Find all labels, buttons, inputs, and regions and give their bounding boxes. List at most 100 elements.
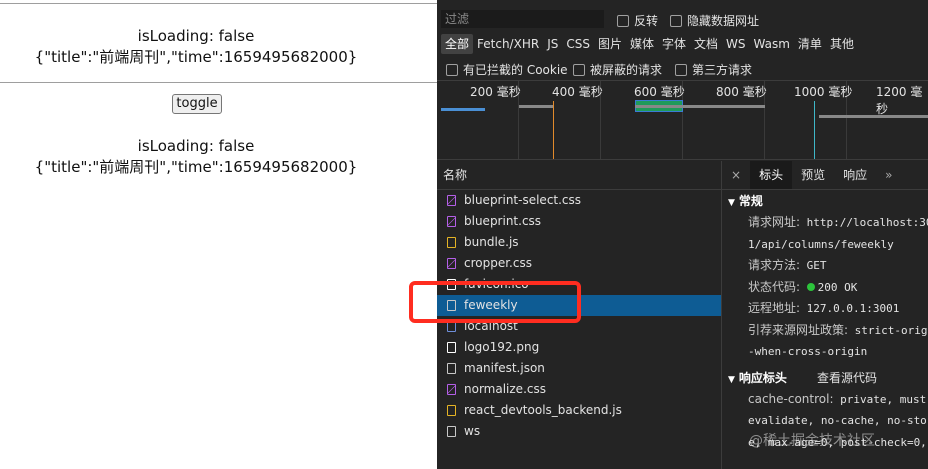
remote-address-row: 远程地址: 127.0.0.1:3001 <box>722 298 928 320</box>
cache-control-value: private, must- <box>840 392 928 406</box>
request-name: cropper.css <box>464 256 532 270</box>
request-row[interactable]: ws <box>437 421 721 442</box>
type-img[interactable]: 图片 <box>594 34 626 54</box>
hide-data-urls-checkbox[interactable]: 隐藏数据网址 <box>670 12 759 29</box>
request-name: normalize.css <box>464 382 546 396</box>
referrer-policy-cont: -when-cross-origin <box>748 345 868 358</box>
css-file-icon <box>447 384 456 395</box>
plain-file-icon <box>447 363 456 374</box>
view-source-link[interactable]: 查看源代码 <box>817 371 877 385</box>
request-row[interactable]: manifest.json <box>437 358 721 379</box>
request-url-cont: 1/api/columns/feweekly <box>748 237 894 251</box>
dom-content-loaded-marker <box>553 101 554 159</box>
status-label: 状态代码: <box>748 279 801 294</box>
request-name: react_devtools_backend.js <box>464 403 622 417</box>
request-row[interactable]: bundle.js <box>437 232 721 253</box>
checkbox-icon <box>617 14 629 27</box>
timeline-tick: 1200 毫秒 <box>876 85 923 116</box>
plain-file-icon <box>447 426 456 437</box>
waterfall-bar <box>819 115 928 118</box>
request-name: blueprint-select.css <box>464 193 582 207</box>
devtools-network-panel: 过滤 反转 隐藏数据网址 全部 Fetch/XHR JS CSS 图片 媒体 字… <box>437 0 928 469</box>
top-data-text: {"title":"前端周刊","time":1659495682000} <box>34 48 358 66</box>
css-file-icon <box>447 195 456 206</box>
method-label: 请求方法: <box>748 258 801 272</box>
request-row[interactable]: cropper.css <box>437 253 721 274</box>
request-name: bundle.js <box>464 235 519 249</box>
hide-data-urls-label: 隐藏数据网址 <box>687 14 760 28</box>
checkbox-icon <box>446 63 458 76</box>
waterfall-bar <box>519 105 553 108</box>
divider <box>0 3 437 4</box>
cache-control-label: cache-control: <box>748 391 834 406</box>
type-wasm[interactable]: Wasm <box>750 34 794 54</box>
type-js[interactable]: JS <box>543 34 562 54</box>
timeline-tick: 600 毫秒 <box>634 85 685 99</box>
invert-label: 反转 <box>634 14 659 28</box>
img-file-icon <box>447 342 456 353</box>
third-party-checkbox[interactable]: 第三方请求 <box>675 61 752 78</box>
response-headers-title: 响应标头 <box>738 370 787 385</box>
watermark: @稀土掘金技术社区 <box>749 433 875 449</box>
more-tabs-icon[interactable]: » <box>876 161 901 189</box>
toggle-button[interactable]: toggle <box>172 94 222 114</box>
request-name: ws <box>464 424 481 438</box>
checkbox-icon <box>675 63 687 76</box>
type-all[interactable]: 全部 <box>441 34 474 54</box>
request-details: × 标头 预览 响应 » ▼ 常规 请求网址: http://localhost:… <box>722 161 928 469</box>
close-icon[interactable]: × <box>722 161 750 189</box>
type-doc[interactable]: 文档 <box>690 34 722 54</box>
load-marker <box>814 101 815 159</box>
checkbox-icon <box>670 14 682 27</box>
checkbox-icon <box>573 63 585 76</box>
response-headers-section-header[interactable]: ▼ 响应标头 查看源代码 <box>722 367 928 389</box>
bottom-loading-text: isLoading: false <box>137 137 255 155</box>
type-other[interactable]: 其他 <box>826 34 858 54</box>
css-file-icon <box>447 216 456 227</box>
blocked-cookies-checkbox[interactable]: 有已拦截的 Cookie <box>446 61 568 78</box>
referrer-label: 引荐来源网址政策: <box>748 322 849 337</box>
detail-tabs: × 标头 预览 响应 » <box>722 161 928 190</box>
remote-value: 127.0.0.1:3001 <box>806 302 900 315</box>
request-url-value: http://localhost:30 <box>806 216 928 229</box>
request-row[interactable]: blueprint.css <box>437 211 721 232</box>
filter-input[interactable]: 过滤 <box>441 10 604 28</box>
method-row: 请求方法: GET <box>722 255 928 277</box>
type-font[interactable]: 字体 <box>658 34 690 54</box>
request-row[interactable]: logo192.png <box>437 337 721 358</box>
tab-headers[interactable]: 标头 <box>750 161 793 189</box>
resource-type-filters: 全部 Fetch/XHR JS CSS 图片 媒体 字体 文档 WS Wasm … <box>441 34 858 54</box>
name-column-header[interactable]: 名称 <box>437 161 721 190</box>
timeline-tick: 400 毫秒 <box>552 85 603 99</box>
general-section-header[interactable]: ▼ 常规 <box>722 190 928 212</box>
invert-checkbox[interactable]: 反转 <box>617 12 658 29</box>
waterfall-bar <box>635 105 765 108</box>
type-ws[interactable]: WS <box>722 34 749 54</box>
timeline-tick: 800 毫秒 <box>716 85 767 99</box>
top-loading-text: isLoading: false <box>137 27 255 45</box>
request-row[interactable]: normalize.css <box>437 379 721 400</box>
type-manifest[interactable]: 清单 <box>794 34 826 54</box>
tab-response[interactable]: 响应 <box>834 161 876 189</box>
js-file-icon <box>447 237 456 248</box>
js-file-icon <box>447 405 456 416</box>
bottom-data-text: {"title":"前端周刊","time":1659495682000} <box>34 158 358 176</box>
blocked-cookies-label: 有已拦截的 Cookie <box>463 63 568 77</box>
tab-preview[interactable]: 预览 <box>792 161 834 189</box>
type-fetch-xhr[interactable]: Fetch/XHR <box>473 34 543 54</box>
timeline-tick: 200 毫秒 <box>470 85 521 99</box>
request-row[interactable]: react_devtools_backend.js <box>437 400 721 421</box>
type-css[interactable]: CSS <box>562 34 594 54</box>
css-file-icon <box>447 258 456 269</box>
timeline-overview[interactable]: 200 毫秒 400 毫秒 600 毫秒 800 毫秒 1000 毫秒 1200… <box>437 80 928 160</box>
triangle-down-icon: ▼ <box>728 374 735 385</box>
general-title: 常规 <box>738 194 763 208</box>
cache-control-cont: evalidate, no-cache, no-sto <box>748 414 927 427</box>
type-media[interactable]: 媒体 <box>626 34 658 54</box>
third-party-label: 第三方请求 <box>692 63 753 77</box>
request-row[interactable]: blueprint-select.css <box>437 190 721 211</box>
blocked-requests-checkbox[interactable]: 被屏蔽的请求 <box>573 61 662 78</box>
request-name: logo192.png <box>464 340 540 354</box>
remote-label: 远程地址: <box>748 301 801 315</box>
referrer-policy-row: 引荐来源网址政策: strict-origi <box>722 320 928 342</box>
